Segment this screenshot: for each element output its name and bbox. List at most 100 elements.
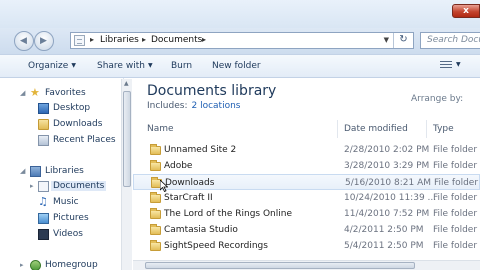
- page-title: Documents library: [147, 83, 277, 99]
- table-row[interactable]: StarCraft II 10/24/2010 11:39 ... File f…: [133, 190, 480, 206]
- sidebar-item-label: Homegroup: [45, 260, 98, 270]
- organize-button[interactable]: Organize ▼: [28, 61, 76, 71]
- table-row[interactable]: Downloads 5/16/2010 8:21 AM File folder: [133, 174, 480, 190]
- sidebar-item-favorites[interactable]: ◢ ★ Favorites: [0, 86, 123, 101]
- file-date: 2/28/2010 2:02 PM: [344, 145, 430, 155]
- close-button[interactable]: x: [452, 4, 480, 18]
- chevron-down-icon: ▼: [71, 62, 76, 69]
- libraries-icon: [30, 166, 41, 177]
- scroll-up-icon[interactable]: ▲: [124, 80, 129, 87]
- sidebar-item-libraries[interactable]: ◢ Libraries: [0, 165, 123, 179]
- expand-icon[interactable]: ▸: [30, 182, 34, 190]
- breadcrumb-separator-icon[interactable]: ▸: [90, 35, 94, 44]
- search-input[interactable]: Search Docum: [420, 32, 480, 49]
- folder-icon: [150, 144, 161, 155]
- sidebar-item-pictures[interactable]: Pictures: [0, 212, 123, 226]
- search-placeholder: Search Docum: [427, 35, 480, 45]
- videos-icon: [38, 229, 49, 240]
- file-name: Downloads: [165, 178, 215, 188]
- star-icon: ★: [30, 86, 40, 99]
- refresh-button[interactable]: ↻: [393, 33, 413, 48]
- sidebar-item-documents[interactable]: ▸ Documents: [0, 180, 123, 194]
- homegroup-icon: [30, 260, 41, 270]
- documents-icon: [38, 181, 49, 192]
- column-header-name[interactable]: Name: [147, 124, 174, 134]
- sidebar-item-music[interactable]: ♫ Music: [0, 195, 123, 210]
- folder-icon: [150, 208, 161, 219]
- breadcrumb-separator-icon[interactable]: ▸: [202, 35, 206, 44]
- sidebar-item-label: Videos: [53, 229, 83, 239]
- mouse-cursor-icon: [160, 180, 168, 192]
- scrollbar-thumb[interactable]: [145, 262, 415, 269]
- sidebar-item-desktop[interactable]: Desktop: [0, 102, 123, 116]
- sidebar-item-label: Documents: [51, 181, 107, 191]
- file-type: File folder: [434, 178, 479, 188]
- chevron-down-icon: ▼: [147, 62, 153, 69]
- file-name: SightSpeed Recordings: [164, 241, 268, 251]
- table-row[interactable]: SightSpeed Recordings 5/4/2011 2:50 PM F…: [133, 238, 480, 254]
- burn-button[interactable]: Burn: [171, 61, 192, 71]
- file-date: 5/4/2011 2:50 PM: [344, 241, 424, 251]
- address-row: ◀ ▶ ▸ Libraries ▸ Documents ▸ ▼ ↻ Search…: [0, 28, 480, 54]
- breadcrumb-separator-icon[interactable]: ▸: [142, 35, 146, 44]
- sidebar-item-label: Desktop: [53, 103, 91, 113]
- arrange-by-dropdown[interactable]: Arrange by:: [411, 94, 463, 104]
- folder-icon: [150, 192, 161, 203]
- share-with-label: Share with: [97, 61, 145, 71]
- file-name: Adobe: [164, 161, 193, 171]
- folder-icon: [150, 240, 161, 251]
- sidebar-item-videos[interactable]: Videos: [0, 228, 123, 242]
- includes-label: Includes:: [147, 101, 188, 111]
- file-name: StarCraft II: [164, 193, 213, 203]
- new-folder-button[interactable]: New folder: [212, 61, 261, 71]
- file-type: File folder: [433, 193, 478, 203]
- change-view-icon[interactable]: [440, 61, 452, 70]
- music-icon: ♫: [38, 195, 48, 208]
- locations-link[interactable]: 2 locations: [191, 101, 240, 111]
- file-date: 11/4/2010 7:52 PM: [344, 209, 430, 219]
- file-name: Camtasia Studio: [164, 225, 238, 235]
- column-header-date[interactable]: Date modified: [344, 124, 408, 134]
- address-bar[interactable]: ▸ Libraries ▸ Documents ▸ ▼ ↻: [70, 32, 414, 49]
- sidebar-item-label: Favorites: [45, 88, 86, 98]
- refresh-icon: ↻: [399, 34, 408, 45]
- column-divider[interactable]: [337, 120, 338, 138]
- title-bar: x: [0, 0, 480, 28]
- breadcrumb-documents[interactable]: Documents: [151, 35, 202, 45]
- collapse-icon[interactable]: ◢: [20, 167, 25, 175]
- forward-button[interactable]: ▶: [34, 31, 54, 51]
- column-divider[interactable]: [426, 120, 427, 138]
- sidebar-item-recent-places[interactable]: Recent Places: [0, 134, 123, 148]
- scrollbar-thumb[interactable]: [123, 91, 131, 187]
- table-row[interactable]: Adobe 3/28/2010 3:29 PM File folder: [133, 158, 480, 174]
- sidebar-item-downloads[interactable]: Downloads: [0, 118, 123, 132]
- folder-icon: [150, 224, 161, 235]
- library-location-icon: [74, 35, 85, 46]
- library-includes: Includes: 2 locations: [147, 101, 240, 111]
- sidebar-item-label: Downloads: [53, 119, 103, 129]
- chevron-down-icon[interactable]: ▼: [456, 61, 461, 68]
- collapse-icon[interactable]: ◢: [20, 89, 25, 97]
- file-type: File folder: [433, 225, 478, 235]
- breadcrumb-libraries[interactable]: Libraries: [100, 35, 139, 45]
- downloads-folder-icon: [38, 119, 49, 130]
- sidebar-item-label: Pictures: [53, 213, 89, 223]
- share-with-button[interactable]: Share with ▼: [97, 61, 153, 71]
- navigation-pane: ◢ ★ Favorites Desktop Downloads Recent P…: [0, 78, 124, 270]
- sidebar-item-homegroup[interactable]: ▸ Homegroup: [0, 259, 123, 270]
- expand-icon[interactable]: ▸: [20, 261, 24, 269]
- file-type: File folder: [433, 145, 478, 155]
- table-row[interactable]: The Lord of the Rings Online 11/4/2010 7…: [133, 206, 480, 222]
- file-date: 5/16/2010 8:21 AM: [345, 178, 432, 188]
- sidebar-item-label: Music: [53, 197, 79, 207]
- sidebar-item-label: Libraries: [45, 166, 84, 176]
- back-button[interactable]: ◀: [14, 31, 34, 51]
- table-row[interactable]: Unnamed Site 2 2/28/2010 2:02 PM File fo…: [133, 142, 480, 158]
- table-row[interactable]: Camtasia Studio 4/2/2011 2:50 PM File fo…: [133, 222, 480, 238]
- address-history-dropdown-icon[interactable]: ▼: [384, 36, 389, 44]
- file-date: 3/28/2010 3:29 PM: [344, 161, 430, 171]
- navigation-scrollbar[interactable]: ▲: [121, 79, 132, 270]
- column-header-type[interactable]: Type: [433, 124, 454, 134]
- pictures-icon: [38, 213, 49, 224]
- horizontal-scrollbar[interactable]: [133, 260, 480, 270]
